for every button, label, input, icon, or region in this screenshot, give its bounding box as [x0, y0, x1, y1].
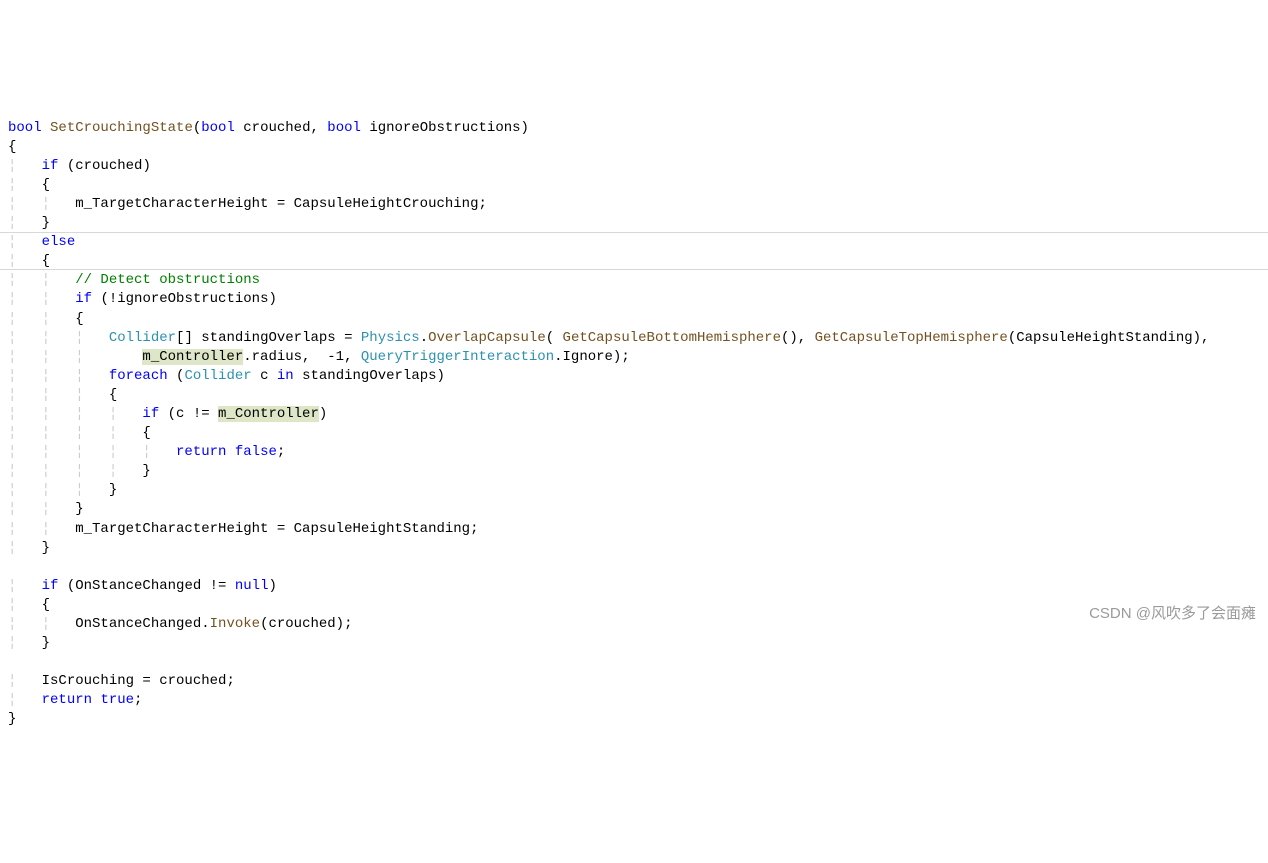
var-decl: standingOverlaps =	[193, 330, 361, 346]
keyword-if: if	[42, 158, 59, 174]
text: .Ignore);	[554, 349, 630, 365]
class-physics: Physics	[361, 330, 420, 346]
keyword-bool: bool	[8, 120, 42, 136]
keyword-false: false	[235, 444, 277, 460]
dot: .	[420, 330, 428, 346]
keyword-if: if	[42, 578, 59, 594]
keyword-in: in	[277, 368, 294, 384]
condition: (OnStanceChanged !=	[58, 578, 234, 594]
param: ignoreObstructions	[369, 120, 520, 136]
highlighted-identifier: m_Controller	[142, 349, 243, 365]
keyword-true: true	[100, 692, 134, 708]
paren: )	[268, 578, 276, 594]
condition: (!ignoreObstructions)	[100, 291, 276, 307]
keyword-if: if	[142, 406, 159, 422]
brackets: []	[176, 330, 193, 346]
type-collider: Collider	[184, 368, 251, 384]
paren: (	[168, 368, 185, 384]
assignment: IsCrouching = crouched;	[42, 673, 235, 689]
condition: (crouched)	[67, 158, 151, 174]
keyword-null: null	[235, 578, 269, 594]
paren: )	[319, 406, 327, 422]
code-block[interactable]: bool SetCrouchingState(bool crouched, bo…	[8, 119, 1260, 730]
watermark: CSDN @风吹多了会面瘫	[1089, 604, 1256, 623]
keyword-if: if	[75, 291, 92, 307]
text: c	[252, 368, 277, 384]
paren: (),	[781, 330, 815, 346]
assignment: m_TargetCharacterHeight = CapsuleHeightC…	[75, 196, 487, 212]
keyword-else: else	[42, 234, 76, 250]
method-bottom: GetCapsuleBottomHemisphere	[563, 330, 781, 346]
text: (crouched);	[260, 616, 352, 632]
text: OnStanceChanged.	[75, 616, 209, 632]
method-overlap: OverlapCapsule	[428, 330, 546, 346]
keyword-foreach: foreach	[109, 368, 168, 384]
text: (c !=	[159, 406, 218, 422]
method-invoke: Invoke	[210, 616, 260, 632]
paren: (	[546, 330, 563, 346]
assignment: m_TargetCharacterHeight = CapsuleHeightS…	[75, 521, 478, 537]
method-top: GetCapsuleTopHemisphere	[815, 330, 1008, 346]
keyword-bool: bool	[327, 120, 361, 136]
paren: (CapsuleHeightStanding),	[1008, 330, 1210, 346]
text: .radius, -1,	[243, 349, 361, 365]
comment: // Detect obstructions	[75, 272, 260, 288]
keyword-return: return	[42, 692, 92, 708]
text: standingOverlaps)	[294, 368, 445, 384]
keyword-return: return	[176, 444, 226, 460]
keyword-bool: bool	[201, 120, 235, 136]
param: crouched	[243, 120, 310, 136]
method-name: SetCrouchingState	[50, 120, 193, 136]
highlighted-identifier: m_Controller	[218, 406, 319, 422]
type-collider: Collider	[109, 330, 176, 346]
class-qti: QueryTriggerInteraction	[361, 349, 554, 365]
